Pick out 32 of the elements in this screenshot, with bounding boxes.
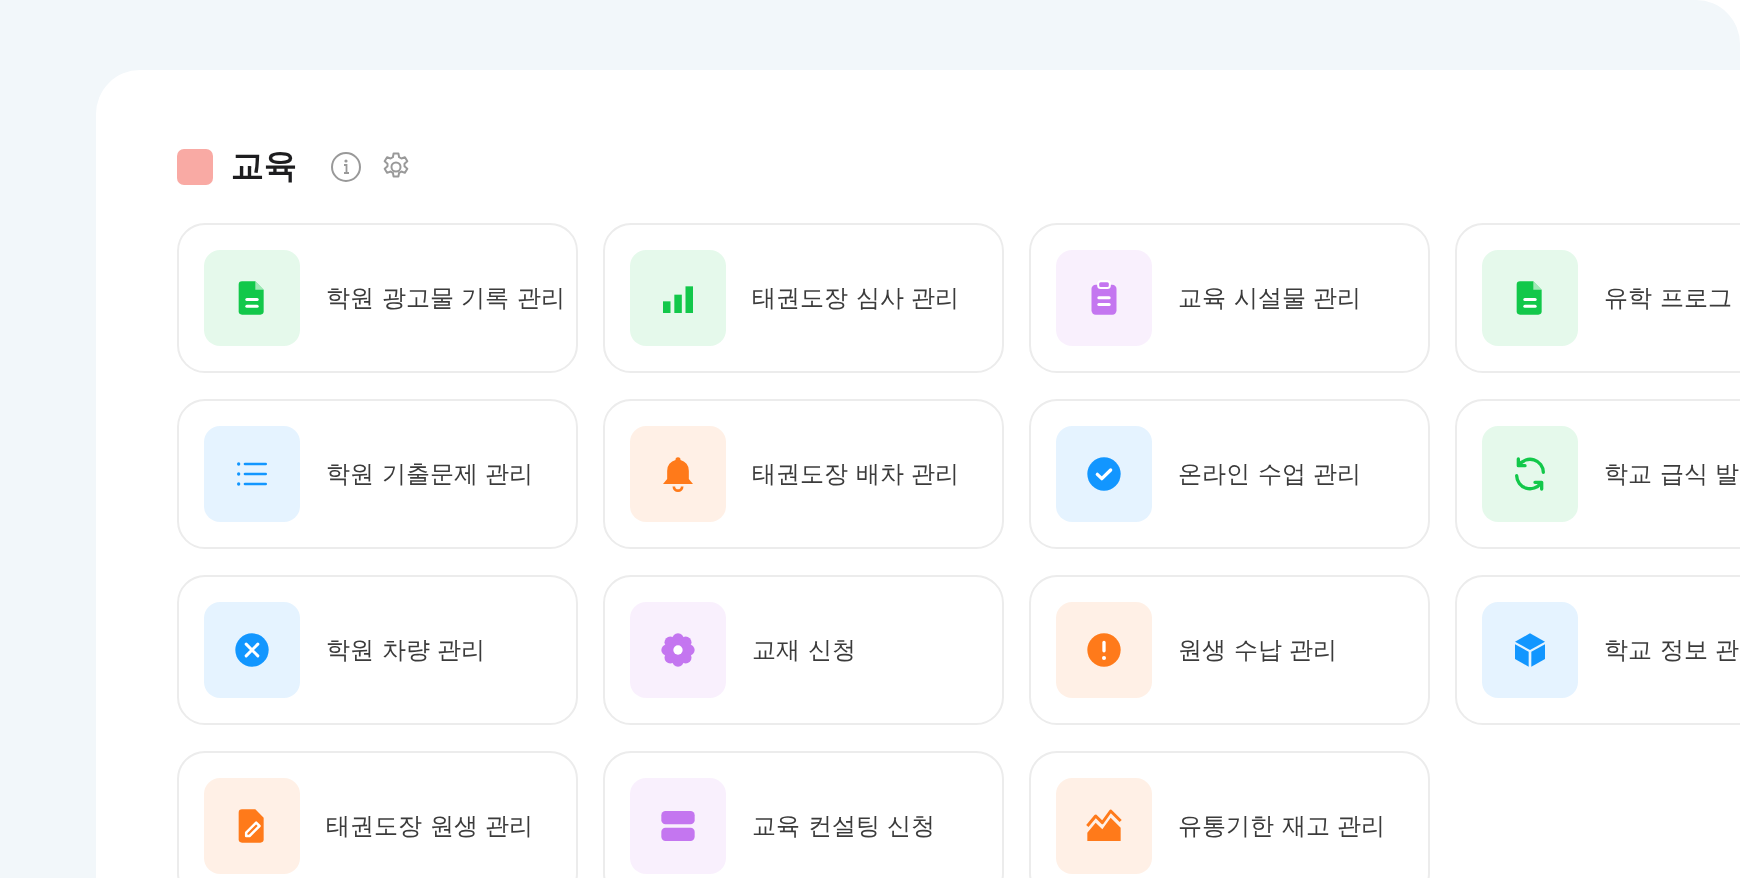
section-title: 교육: [231, 145, 297, 187]
menu-card[interactable]: 태권도장 배차 관리: [603, 399, 1004, 549]
menu-label: 온라인 수업 관리: [1178, 459, 1362, 490]
menu-label: 학원 기출문제 관리: [326, 459, 534, 490]
menu-card[interactable]: 유학 프로그: [1455, 223, 1740, 373]
menu-card[interactable]: 학원 광고물 기록 관리: [177, 223, 578, 373]
menu-card[interactable]: 교육 컨설팅 신청: [603, 751, 1004, 878]
menu-label: 학원 차량 관리: [326, 635, 486, 666]
info-icon[interactable]: [329, 149, 363, 184]
menu-label: 교육 컨설팅 신청: [752, 811, 936, 842]
menu-card[interactable]: 태권도장 원생 관리: [177, 751, 578, 878]
menu-label: 유학 프로그: [1604, 283, 1732, 314]
menu-card[interactable]: 유통기한 재고 관리: [1029, 751, 1430, 878]
menu-label: 학원 광고물 기록 관리: [326, 283, 565, 314]
menu-card[interactable]: 온라인 수업 관리: [1029, 399, 1430, 549]
menu-card[interactable]: 태권도장 심사 관리: [603, 223, 1004, 373]
menu-label: 태권도장 원생 관리: [326, 811, 534, 842]
menu-card[interactable]: 학교 급식 발: [1455, 399, 1740, 549]
menu-label: 교육 시설물 관리: [1178, 283, 1362, 314]
menu-card[interactable]: 학교 정보 관: [1455, 575, 1740, 725]
menu-card[interactable]: 학원 차량 관리: [177, 575, 578, 725]
menu-card[interactable]: 교육 시설물 관리: [1029, 223, 1430, 373]
menu-card[interactable]: 학원 기출문제 관리: [177, 399, 578, 549]
menu-label: 학교 급식 발: [1604, 459, 1740, 490]
menu-label: 교재 신청: [752, 635, 856, 666]
menu-card[interactable]: 원생 수납 관리: [1029, 575, 1430, 725]
menu-label: 태권도장 배차 관리: [752, 459, 960, 490]
menu-label: 원생 수납 관리: [1178, 635, 1338, 666]
menu-label: 학교 정보 관: [1604, 635, 1740, 666]
menu-card[interactable]: 교재 신청: [603, 575, 1004, 725]
menu-label: 유통기한 재고 관리: [1178, 811, 1386, 842]
menu-label: 태권도장 심사 관리: [752, 283, 960, 314]
